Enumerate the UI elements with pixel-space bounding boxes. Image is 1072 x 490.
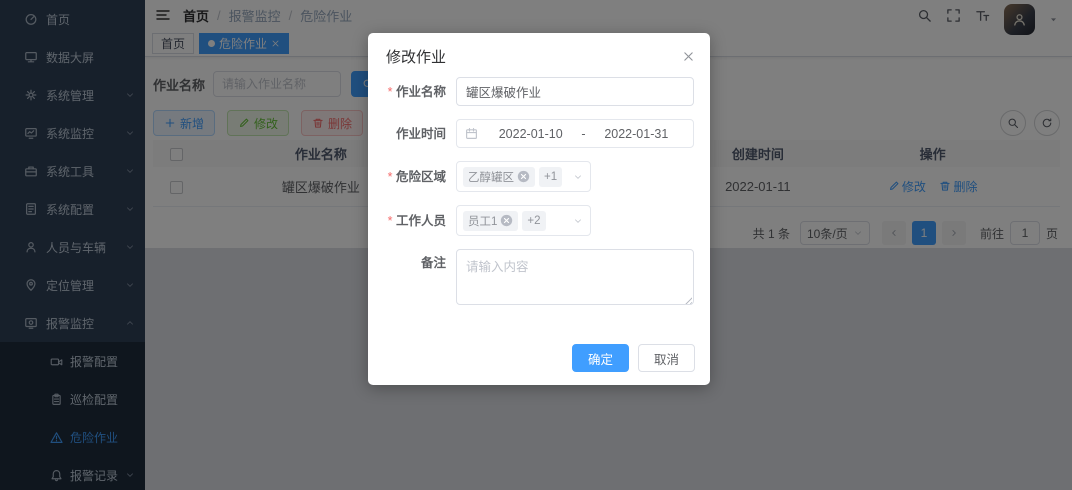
date-range-picker[interactable]: 2022-01-10 - 2022-01-31 <box>456 119 694 148</box>
workers-select[interactable]: 员工1 +2 <box>456 205 591 236</box>
chevron-down-icon <box>573 216 583 226</box>
workers-label: 工作人员 <box>376 207 446 235</box>
field-job-time: 作业时间 2022-01-10 - 2022-01-31 <box>376 119 694 148</box>
more-count-tag: +1 <box>539 166 563 187</box>
edit-job-dialog: 修改作业 作业名称 作业时间 2022-01-10 - 2022-01-31 危… <box>368 33 710 385</box>
selected-tag: 员工1 <box>463 210 519 231</box>
tag-label: 乙醇罐区 <box>468 171 514 184</box>
tag-close-icon[interactable] <box>500 214 513 227</box>
start-date-value[interactable]: 2022-01-10 <box>482 127 579 141</box>
job-name-label: 作业名称 <box>376 78 446 106</box>
tag-close-icon[interactable] <box>517 170 530 183</box>
close-icon[interactable] <box>682 50 695 63</box>
dialog-title: 修改作业 <box>386 49 447 66</box>
danger-area-select[interactable]: 乙醇罐区 +1 <box>456 161 591 192</box>
cancel-button[interactable]: 取消 <box>637 344 695 372</box>
selected-tag: 乙醇罐区 <box>463 166 535 187</box>
remark-label: 备注 <box>420 256 446 270</box>
more-count-tag: +2 <box>522 210 546 231</box>
confirm-button[interactable]: 确定 <box>571 344 629 372</box>
job-name-input[interactable] <box>456 77 694 106</box>
tag-label: 员工1 <box>468 215 498 228</box>
date-range-separator: - <box>581 126 586 141</box>
remark-textarea[interactable] <box>456 249 694 305</box>
dialog-header: 修改作业 <box>368 33 710 77</box>
field-job-name: 作业名称 <box>376 77 694 106</box>
chevron-down-icon <box>573 172 583 182</box>
field-danger-area: 危险区域 乙醇罐区 +1 <box>376 161 694 192</box>
field-workers: 工作人员 员工1 +2 <box>376 205 694 236</box>
end-date-value[interactable]: 2022-01-31 <box>588 127 685 141</box>
field-remark: 备注 <box>376 249 694 308</box>
dialog-footer: 确定 取消 <box>571 344 695 372</box>
job-time-label: 作业时间 <box>395 126 446 141</box>
calendar-icon <box>465 127 478 140</box>
danger-area-label: 危险区域 <box>376 163 446 191</box>
